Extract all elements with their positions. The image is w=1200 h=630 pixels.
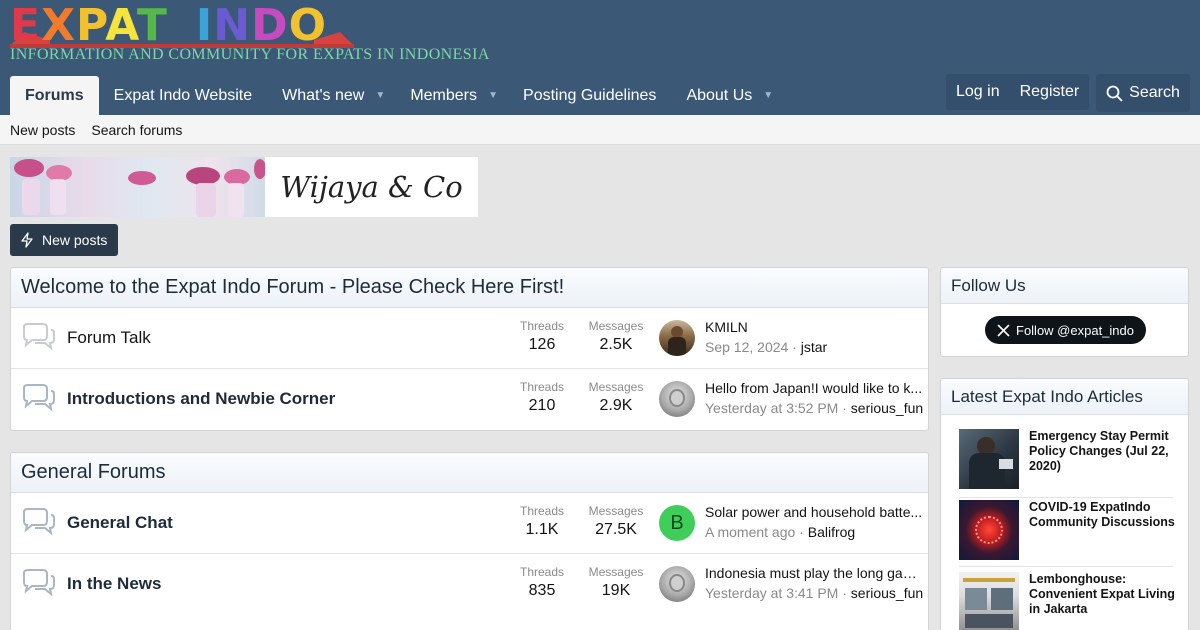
article-title[interactable]: COVID-19 ExpatIndo Community Discussions [1029,500,1175,530]
last-post-title[interactable]: Solar power and household batte... [705,504,925,520]
auth-links: Log in Register [946,74,1090,110]
category-title[interactable]: Welcome to the Expat Indo Forum - Please… [11,268,928,308]
banner-brand-text: Wijaya & Co [280,170,463,204]
threads-stat: Threads 1.1K [519,504,565,538]
tab-whats-new[interactable]: What's new [267,76,379,115]
tab-members[interactable]: Members [395,76,492,115]
avatar[interactable] [659,320,695,356]
last-post-title[interactable]: Hello from Japan!I would like to k... [705,380,925,396]
forum-chat-bubbles-icon [23,569,55,597]
last-post-title[interactable]: Indonesia must play the long gam... [705,565,925,581]
messages-stat: Messages 27.5K [588,504,644,538]
new-posts-button[interactable]: New posts [10,224,118,256]
article-divider [959,566,1173,567]
site-logo[interactable]: EXPAT INDO INFORMATION AND COMMUNITY FOR … [10,2,490,66]
site-header: EXPAT INDO INFORMATION AND COMMUNITY FOR … [0,0,1200,115]
tab-expat-indo-website[interactable]: Expat Indo Website [99,76,267,115]
members-dropdown-icon[interactable]: ▼ [482,76,504,115]
avatar[interactable] [659,566,695,602]
new-posts-label: New posts [42,232,108,248]
article-title[interactable]: Lembonghouse: Convenient Expat Living in… [1029,572,1175,617]
lightning-icon [21,232,33,248]
avatar-letter: B [670,511,684,534]
last-post-user[interactable]: jstar [801,339,827,355]
article-title[interactable]: Emergency Stay Permit Policy Changes (Ju… [1029,429,1175,474]
login-link[interactable]: Log in [946,74,1010,110]
forum-title[interactable]: General Chat [67,513,173,533]
register-link[interactable]: Register [1010,74,1090,110]
search-label: Search [1129,84,1180,101]
category-title[interactable]: General Forums [11,453,928,493]
article-item[interactable]: COVID-19 ExpatIndo Community Discussions [959,500,1175,562]
new-posts-link[interactable]: New posts [10,122,75,138]
last-post: KMILN Sep 12, 2024 · jstar [705,319,925,355]
article-thumbnail[interactable] [959,572,1019,630]
category-general-forums: General Forums General Chat Threads 1.1K … [10,452,929,630]
messages-stat: Messages 2.9K [588,380,644,414]
forum-chat-bubbles-icon [23,384,55,412]
tab-forums[interactable]: Forums [10,76,99,115]
avatar[interactable]: B [659,505,695,541]
category-welcome: Welcome to the Expat Indo Forum - Please… [10,267,929,431]
forum-title[interactable]: Forum Talk [67,328,151,348]
sub-nav: New posts Search forums [0,115,1200,145]
avatar[interactable] [659,381,695,417]
search-forums-link[interactable]: Search forums [91,122,182,138]
logo-tagline: INFORMATION AND COMMUNITY FOR EXPATS IN … [10,46,490,63]
forum-chat-bubbles-icon [23,508,55,536]
messages-stat: Messages 19K [588,565,644,599]
about-us-dropdown-icon[interactable]: ▼ [757,76,779,115]
threads-stat: Threads 210 [519,380,565,414]
latest-articles-widget: Latest Expat Indo Articles Emergency Sta… [940,378,1189,630]
forum-title[interactable]: Introductions and Newbie Corner [67,389,335,409]
search-button[interactable]: Search [1096,74,1190,112]
follow-button-label: Follow @expat_indo [1016,322,1134,338]
threads-stat: Threads 126 [519,319,565,353]
search-icon [1106,85,1123,102]
last-post-time[interactable]: Yesterday at 3:41 PM [705,585,838,601]
follow-on-x-button[interactable]: Follow @expat_indo [985,316,1146,344]
last-post-user[interactable]: serious_fun [851,400,923,416]
last-post-time[interactable]: Yesterday at 3:52 PM [705,400,838,416]
x-logo-icon [997,323,1010,337]
forum-row: General Chat Threads 1.1K Messages 27.5K B… [11,493,928,554]
last-post-user[interactable]: serious_fun [851,585,923,601]
article-thumbnail[interactable] [959,500,1019,560]
tab-posting-guidelines[interactable]: Posting Guidelines [508,76,671,115]
threads-stat: Threads 835 [519,565,565,599]
tab-about-us[interactable]: About Us [671,76,767,115]
follow-us-widget: Follow Us Follow @expat_indo [940,267,1189,357]
last-post-time[interactable]: Sep 12, 2024 [705,339,788,355]
article-divider [959,497,1173,498]
article-item[interactable]: Lembonghouse: Convenient Expat Living in… [959,572,1175,630]
widget-title: Follow Us [941,268,1188,304]
forum-row: Forum Talk Threads 126 Messages 2.5K KMILN… [11,308,928,369]
last-post: Solar power and household batte... A mom… [705,504,925,540]
logo-wordmark: EXPAT INDO [10,0,328,51]
forum-chat-bubbles-icon [23,323,55,351]
last-post: Hello from Japan!I would like to k... Ye… [705,380,925,416]
article-thumbnail[interactable] [959,429,1019,489]
last-post-time[interactable]: A moment ago [705,524,795,540]
forum-row: Introductions and Newbie Corner Threads 2… [11,369,928,430]
last-post-title[interactable]: KMILN [705,319,925,335]
article-item[interactable]: Emergency Stay Permit Policy Changes (Ju… [959,429,1173,491]
forum-row: In the News Threads 835 Messages 19K Indon… [11,554,928,615]
widget-title: Latest Expat Indo Articles [941,379,1188,415]
last-post-user[interactable]: Balifrog [808,524,855,540]
main-nav: Forums Expat Indo Website What's new ▼ M… [10,76,783,115]
last-post: Indonesia must play the long gam... Yest… [705,565,925,601]
forum-title[interactable]: In the News [67,574,161,594]
banner-wedding-image [10,157,265,217]
advertisement-banner[interactable]: Wijaya & Co [10,157,478,217]
whats-new-dropdown-icon[interactable]: ▼ [369,76,391,115]
messages-stat: Messages 2.5K [588,319,644,353]
